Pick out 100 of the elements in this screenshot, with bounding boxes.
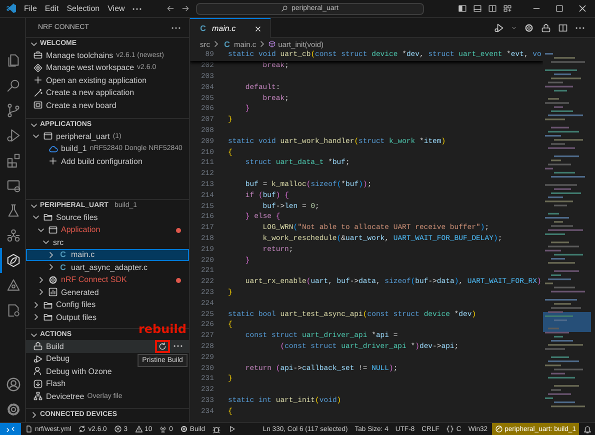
split-editor-icon[interactable] [558, 22, 568, 32]
braces-icon [446, 425, 454, 433]
file-type-label: C [59, 262, 67, 272]
plus-icon [48, 156, 58, 166]
action-item[interactable]: Debug [46, 354, 70, 364]
action-item[interactable]: Manage west workspace [46, 63, 134, 72]
close-icon[interactable] [578, 4, 587, 13]
wand-icon [33, 88, 43, 98]
run-debug-icon[interactable] [494, 22, 504, 32]
toolbox-icon [33, 50, 43, 60]
window-icon [43, 131, 53, 142]
search-icon[interactable] [6, 78, 21, 93]
chevron-right-icon[interactable] [32, 313, 40, 322]
play-icon [228, 425, 236, 433]
chevron-down-icon[interactable] [37, 226, 45, 234]
folder-icon [43, 300, 53, 310]
chevron-right-icon[interactable] [47, 250, 55, 259]
back-arrow-icon[interactable] [166, 4, 175, 13]
chevron-right-icon[interactable] [37, 288, 45, 296]
pristine-build-button[interactable] [158, 342, 167, 351]
close-icon[interactable] [254, 24, 262, 32]
chevron-down-icon[interactable] [32, 213, 40, 222]
tree-item[interactable]: main.c [71, 250, 95, 260]
action-item[interactable]: Debug with Ozone [46, 366, 112, 376]
tree-item[interactable]: Application [61, 225, 100, 234]
chevron-down-icon[interactable] [30, 330, 38, 338]
nodes-icon[interactable] [6, 228, 21, 243]
account-icon[interactable] [6, 377, 21, 392]
folder-icon [43, 212, 53, 222]
person-icon [33, 366, 43, 376]
chart-icon [48, 287, 58, 298]
caret-icon[interactable] [511, 24, 517, 30]
monitor-icon[interactable] [6, 178, 21, 193]
flask-icon[interactable] [6, 203, 21, 218]
sidebar-toggle-icon[interactable] [458, 4, 467, 13]
tree-item[interactable]: Add build configuration [61, 156, 142, 166]
antenna-icon [159, 425, 168, 433]
debug-icon [33, 354, 43, 364]
menu-item[interactable]: File [23, 4, 38, 13]
tree-item[interactable]: src [53, 238, 64, 247]
tree-item[interactable]: peripheral_uart [56, 132, 110, 141]
more-icon[interactable] [132, 6, 142, 10]
action-item[interactable]: Manage toolchains [46, 50, 114, 60]
more-icon[interactable] [575, 26, 585, 30]
files-icon[interactable] [6, 53, 21, 68]
bug-icon [212, 424, 222, 434]
blocks-icon[interactable] [6, 153, 21, 168]
tree-item[interactable]: Generated [61, 288, 99, 297]
menu-item[interactable]: Selection [66, 4, 101, 13]
folder-icon [43, 312, 53, 322]
maximize-icon[interactable] [555, 4, 564, 13]
tree-item[interactable]: Source files [56, 212, 98, 222]
action-item[interactable]: Build [46, 342, 64, 351]
chevron-down-icon[interactable] [42, 238, 50, 246]
menu-item[interactable]: View [106, 4, 126, 13]
chevron-right-icon[interactable] [37, 276, 45, 284]
tree-item[interactable]: Config files [56, 300, 96, 310]
chevron-right-icon[interactable] [47, 263, 55, 272]
chevron-right-icon[interactable] [30, 410, 38, 418]
forward-arrow-icon[interactable] [181, 4, 190, 13]
tree-icon [33, 391, 43, 402]
tree-item[interactable]: nRF Connect SDK [61, 275, 127, 284]
chevron-down-icon[interactable] [32, 132, 40, 140]
remote-icon [6, 424, 15, 434]
tree-item[interactable]: uart_async_adapter.c [71, 262, 148, 272]
panel-toggle-icon[interactable] [473, 4, 482, 13]
action-item[interactable]: Create a new application [46, 88, 134, 98]
chevron-down-icon[interactable] [30, 202, 38, 210]
branch-icon[interactable] [6, 103, 21, 118]
action-item[interactable]: Devicetree [46, 392, 84, 401]
settings-icon[interactable] [6, 402, 21, 417]
action-item[interactable]: Create a new board [46, 100, 116, 110]
action-item[interactable]: Flash [46, 379, 66, 388]
bell-icon [583, 424, 592, 434]
tree-item[interactable]: build_1 [61, 144, 87, 154]
editor-tab[interactable]: C main.c [190, 18, 271, 38]
remote-button[interactable] [0, 423, 21, 435]
run-debug-icon[interactable] [6, 128, 21, 143]
file-type-label: C [199, 24, 207, 33]
layout-grid-icon[interactable] [503, 4, 512, 13]
file-icon [25, 425, 33, 433]
window-icon [48, 224, 58, 235]
search-icon [281, 5, 288, 12]
menu-item[interactable]: Edit [44, 4, 60, 13]
chevron-down-icon[interactable] [30, 120, 38, 128]
chevron-right-icon[interactable] [212, 40, 220, 48]
action-item[interactable]: Open an existing application [46, 76, 147, 85]
chevron-right-icon[interactable] [258, 40, 266, 48]
more-icon[interactable] [171, 26, 181, 30]
document-gear-icon[interactable] [6, 303, 21, 318]
selected-row[interactable]: C main.c [26, 248, 189, 261]
error-icon [114, 425, 122, 433]
tree-item[interactable]: Output files [56, 312, 96, 322]
chevron-right-icon[interactable] [32, 300, 40, 309]
more-icon[interactable] [173, 344, 183, 348]
triangle-icon[interactable] [6, 278, 21, 293]
split-layout-icon[interactable] [488, 4, 497, 13]
chevron-down-icon[interactable] [30, 40, 38, 48]
file-type-label: C [223, 40, 231, 48]
refresh-icon [158, 342, 167, 351]
